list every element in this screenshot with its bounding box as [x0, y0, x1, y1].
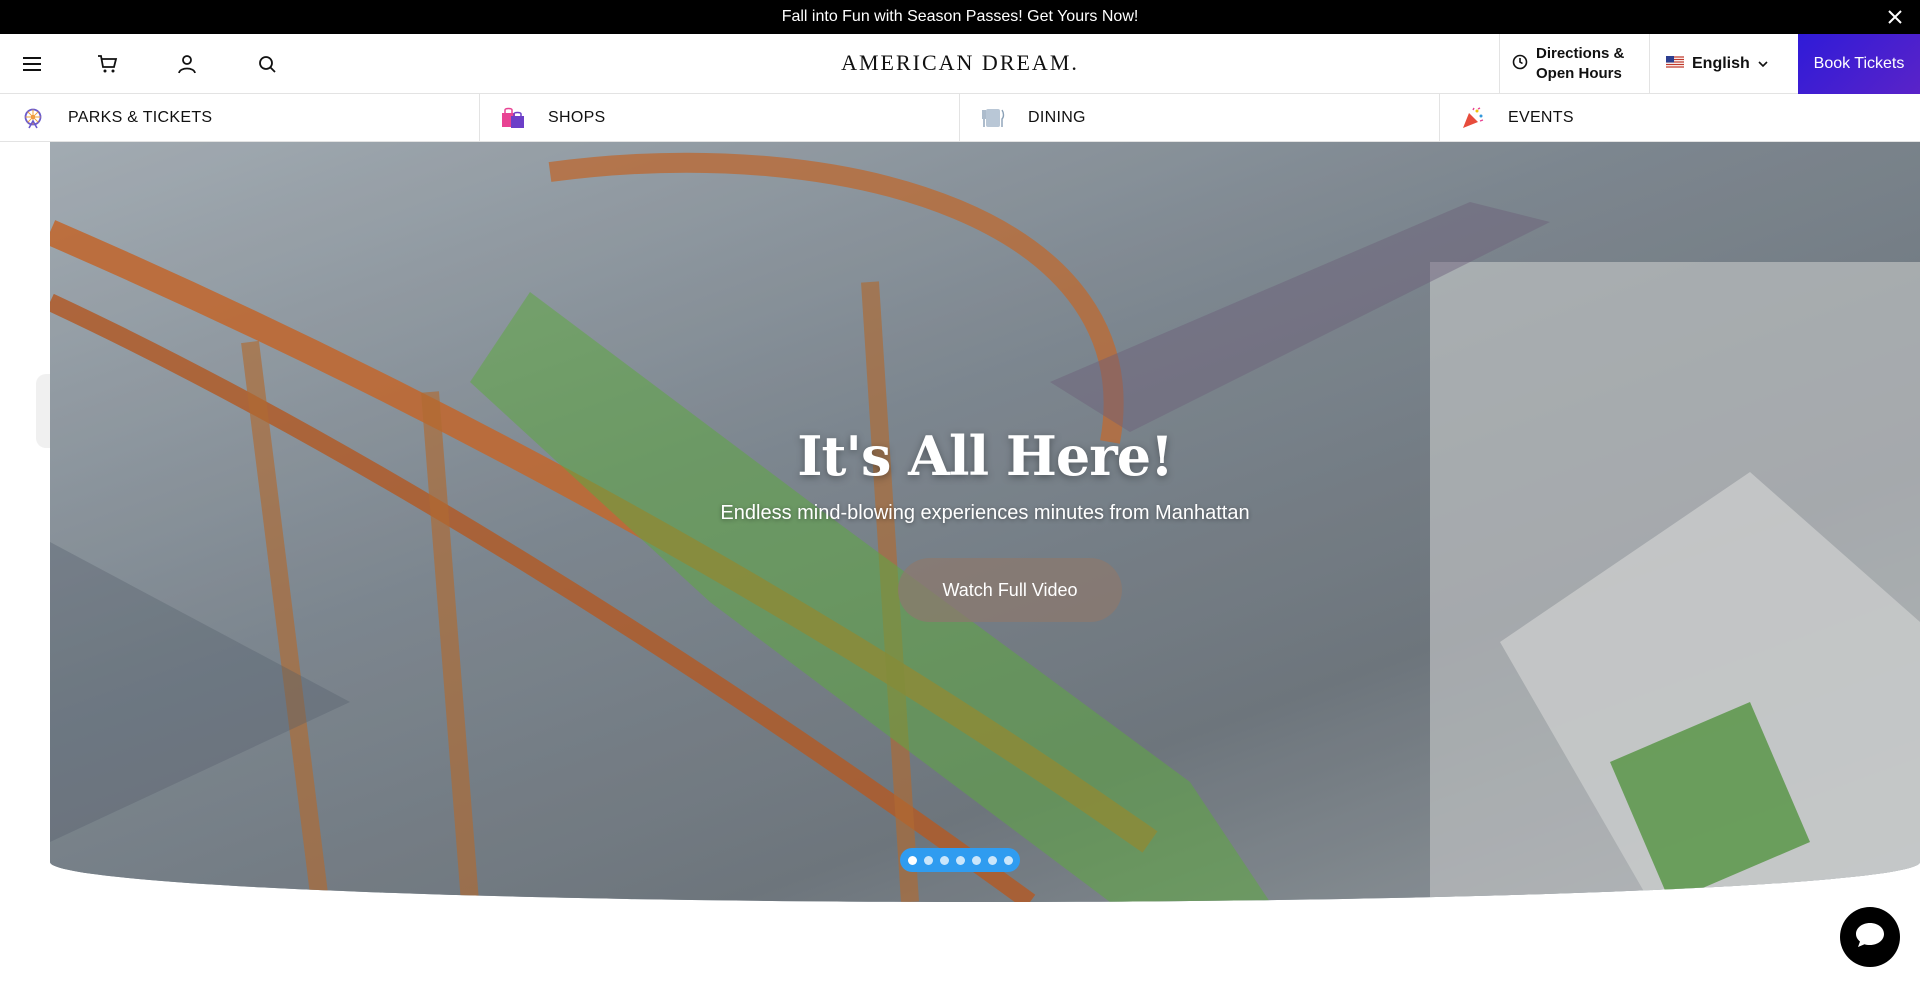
search-icon[interactable]: [253, 50, 281, 78]
nav-label: EVENTS: [1508, 109, 1574, 126]
carousel-dot[interactable]: [987, 855, 997, 865]
directions-hours-link[interactable]: Directions & Open Hours: [1499, 34, 1649, 94]
us-flag-icon: [1666, 55, 1684, 73]
nav-label: DINING: [1028, 109, 1086, 126]
language-label: English: [1692, 55, 1750, 72]
ferris-wheel-icon: [20, 105, 46, 131]
chevron-down-icon: [1758, 55, 1768, 73]
watch-full-video-button[interactable]: Watch Full Video: [898, 558, 1122, 622]
chat-button[interactable]: [1840, 907, 1900, 967]
nav-label: PARKS & TICKETS: [68, 109, 213, 126]
carousel-dot[interactable]: [939, 855, 949, 865]
clock-icon: [1512, 54, 1528, 75]
party-popper-icon: [1460, 105, 1486, 131]
chat-bubble-icon: [1854, 920, 1886, 955]
hero-carousel: It's All Here! Endless mind-blowing expe…: [50, 142, 1920, 902]
hero-subtitle: Endless mind-blowing experiences minutes…: [720, 502, 1250, 524]
carousel-dot[interactable]: [955, 855, 965, 865]
book-tickets-button[interactable]: Book Tickets: [1798, 34, 1920, 94]
site-header: AMERICAN DREAM. Directions & Open Hours …: [0, 34, 1920, 94]
carousel-dot[interactable]: [923, 855, 933, 865]
language-selector[interactable]: English: [1649, 34, 1798, 94]
dining-icon: [980, 105, 1006, 131]
carousel-dot[interactable]: [1003, 855, 1013, 865]
menu-icon[interactable]: [18, 50, 46, 78]
carousel-pagination: [900, 848, 1020, 872]
nav-events[interactable]: EVENTS: [1440, 94, 1920, 142]
shopping-bags-icon: [500, 105, 526, 131]
nav-dining[interactable]: DINING: [960, 94, 1440, 142]
previous-slide-tab[interactable]: [36, 374, 50, 448]
nav-parks-tickets[interactable]: PARKS & TICKETS: [0, 94, 480, 142]
nav-label: SHOPS: [548, 109, 606, 126]
carousel-dot[interactable]: [907, 855, 917, 865]
hero-title: It's All Here!: [797, 424, 1174, 488]
promo-text[interactable]: Fall into Fun with Season Passes! Get Yo…: [782, 8, 1139, 26]
close-icon[interactable]: [1882, 4, 1908, 30]
directions-label: Directions & Open Hours: [1536, 45, 1625, 82]
category-nav: PARKS & TICKETS SHOPS DINING EVENTS: [0, 94, 1920, 142]
cart-icon[interactable]: [94, 50, 122, 78]
account-icon[interactable]: [173, 50, 201, 78]
nav-shops[interactable]: SHOPS: [480, 94, 960, 142]
promo-bar: Fall into Fun with Season Passes! Get Yo…: [0, 0, 1920, 34]
carousel-dot[interactable]: [971, 855, 981, 865]
